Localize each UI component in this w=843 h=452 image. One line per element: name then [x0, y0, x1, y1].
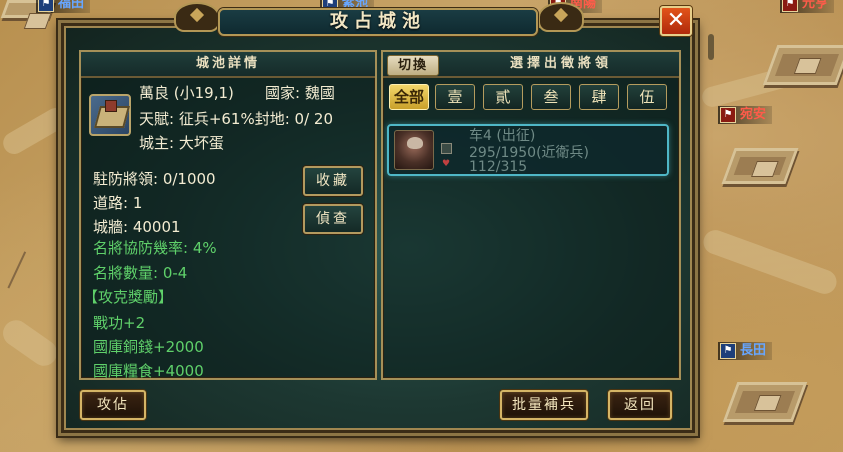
city-flag-icon: ⚑: [720, 107, 736, 123]
return-button[interactable]: 返回: [608, 390, 672, 420]
city-flag-icon: ⚑: [782, 0, 798, 12]
garrison-generals: 駐防將領: 0/1000: [93, 170, 216, 188]
city-label[interactable]: ⚑ 長田: [718, 342, 773, 360]
general-select-title: 選擇出徵將領: [509, 56, 612, 71]
dialog-title: 攻占城池: [330, 11, 426, 32]
tab-team-1[interactable]: 壹: [435, 84, 475, 110]
tab-all[interactable]: 全部: [389, 84, 429, 110]
city-flag-icon: ⚑: [720, 343, 736, 359]
city-label[interactable]: ⚑ 福田: [36, 0, 91, 13]
general-card[interactable]: ♥ 车4 (出征) 295/1950(近衛兵) 112/315: [387, 124, 669, 176]
bulk-reinforce-button[interactable]: 批量補兵: [500, 390, 588, 420]
city-name: 元亨: [802, 0, 829, 11]
city-label[interactable]: ⚑ 宛安: [718, 106, 773, 124]
attack-button[interactable]: 攻佔: [80, 390, 146, 420]
city-name: 宛安: [740, 107, 767, 122]
switch-button[interactable]: 切換: [387, 55, 439, 76]
title-ornament-icon: [538, 2, 584, 32]
city-details-header: 城池詳情: [81, 52, 375, 78]
city-wall: 城牆: 40001: [93, 218, 181, 236]
general-portrait: [394, 130, 434, 170]
city-name: 福田: [58, 0, 85, 11]
tab-team-5[interactable]: 伍: [627, 84, 667, 110]
city-road: 道路: 1: [93, 194, 143, 212]
city-name: 長田: [740, 343, 767, 358]
cactus-icon: [708, 34, 714, 60]
dead-tree-icon: [7, 251, 61, 305]
reward-merit: 戰功+2: [93, 314, 146, 332]
map-fort[interactable]: [721, 148, 799, 184]
close-button[interactable]: ✕: [660, 6, 692, 36]
collect-button[interactable]: 收藏: [303, 166, 363, 196]
dialog-title-bar: 攻占城池: [218, 8, 538, 36]
hp-heart-icon: ♥: [442, 159, 451, 169]
tab-team-3[interactable]: 叁: [531, 84, 571, 110]
general-count: 名將數量: 0-4: [93, 264, 188, 282]
reward-grain: 國庫糧食+4000: [93, 362, 204, 380]
city-icon: [89, 94, 131, 136]
general-hp: 112/315: [469, 159, 528, 175]
capture-reward-header: 【攻克獎勵】: [83, 288, 174, 306]
map-fort[interactable]: [722, 382, 808, 422]
city-name-coords: 萬良 (小19,1): [139, 84, 234, 102]
city-talent-fief: 天賦: 征兵+61%封地: 0/ 20: [139, 110, 334, 128]
tab-team-4[interactable]: 肆: [579, 84, 619, 110]
title-ornament-icon: [174, 2, 220, 32]
city-details-panel: 城池詳情 萬良 (小19,1) 國家: 魏國 天賦: 征兵+61%封地: 0/ …: [79, 50, 377, 380]
map-road: [700, 226, 840, 298]
city-country: 國家: 魏國: [265, 84, 335, 102]
defense-assist-rate: 名將協防幾率: 4%: [93, 239, 217, 257]
general-select-panel: 切換 選擇出徵將領 全部 壹 貳 叁 肆 伍 ♥ 车4 (出征) 295/195…: [381, 50, 681, 380]
troop-icon: [441, 143, 452, 154]
tab-team-2[interactable]: 貳: [483, 84, 523, 110]
scout-button[interactable]: 偵查: [303, 204, 363, 234]
city-label[interactable]: ⚑ 元亨: [780, 0, 835, 13]
city-flag-icon: ⚑: [38, 0, 54, 12]
city-lord: 城主: 大坏蛋: [139, 134, 224, 152]
reward-copper: 國庫銅錢+2000: [93, 338, 204, 356]
map-road: [0, 315, 63, 371]
map-fort[interactable]: [762, 45, 843, 85]
